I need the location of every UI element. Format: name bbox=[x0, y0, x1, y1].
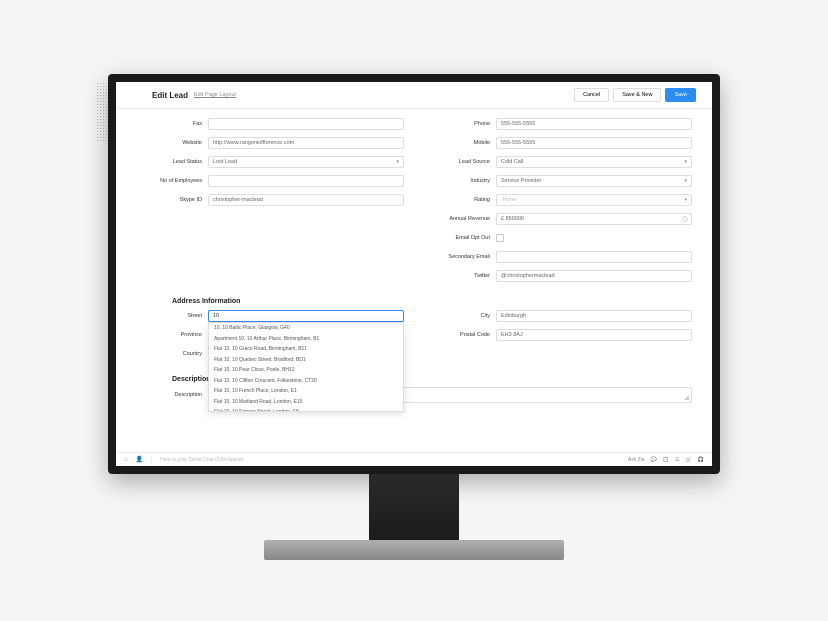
street-suggestion-item[interactable]: Apartment 10, 10 Arthur Place, Birmingha… bbox=[209, 334, 403, 345]
bell-icon[interactable]: ☰ bbox=[675, 457, 679, 463]
industry-label: Industry bbox=[424, 178, 496, 184]
street-suggestion-item[interactable]: Flat 10, 10 Scriven Street, London, E8 bbox=[209, 407, 403, 412]
chat-icon[interactable]: 💬 bbox=[651, 457, 657, 463]
fax-label: Fax bbox=[136, 121, 208, 127]
street-suggestion-item[interactable]: Flat 10, 10 Pear Close, Poole, BH12 bbox=[209, 365, 403, 376]
street-suggestion-item[interactable]: Flat 10, 10 Quebec Street, Bradford, BD1 bbox=[209, 355, 403, 366]
page-header: Edit Lead Edit Page Layout Cancel Save &… bbox=[116, 82, 712, 109]
sec-email-label: Secondary Email bbox=[424, 254, 496, 260]
monitor-stand bbox=[369, 474, 459, 550]
description-form: Description bbox=[116, 387, 712, 403]
street-suggestion-item[interactable]: 10, 10 Baltic Place, Glasgow, G40 bbox=[209, 323, 403, 334]
street-label: Street bbox=[136, 313, 208, 319]
footer-bar: ⌂ 👤 Here is your Smart Chat (Ctrl+Space)… bbox=[116, 452, 712, 466]
twitter-label: Twitter bbox=[424, 273, 496, 279]
twitter-input[interactable]: @christophermaclead bbox=[496, 270, 692, 282]
employees-label: No of Employees bbox=[136, 178, 208, 184]
postal-label: Postal Code bbox=[424, 332, 496, 338]
description-heading: Description Information bbox=[116, 372, 712, 387]
street-input[interactable]: 10 bbox=[208, 310, 404, 322]
smart-chat-search[interactable]: Here is your Smart Chat (Ctrl+Space) bbox=[151, 457, 291, 463]
monitor-base bbox=[264, 540, 564, 560]
page-title: Edit Lead bbox=[152, 91, 188, 100]
mobile-label: Mobile bbox=[424, 140, 496, 146]
rating-label: Rating bbox=[424, 197, 496, 203]
sec-email-input[interactable] bbox=[496, 251, 692, 263]
headset-icon[interactable]: 🎧 bbox=[698, 457, 704, 463]
save-button[interactable]: Save bbox=[665, 88, 696, 102]
edit-layout-link[interactable]: Edit Page Layout bbox=[194, 92, 236, 98]
mobile-input[interactable]: 555-555-5555 bbox=[496, 137, 692, 149]
lead-source-select[interactable]: Cold Call bbox=[496, 156, 692, 168]
industry-select[interactable]: Service Provider bbox=[496, 175, 692, 187]
form-right-column: Phone 555-555-5555 Mobile 555-555-5555 L… bbox=[424, 117, 692, 288]
fax-input[interactable] bbox=[208, 118, 404, 130]
rating-select[interactable]: -None- bbox=[496, 194, 692, 206]
website-input[interactable]: http://www.rangoniofflorence.com bbox=[208, 137, 404, 149]
description-label: Description bbox=[136, 392, 208, 398]
phone-input[interactable]: 555-555-5555 bbox=[496, 118, 692, 130]
province-label: Province bbox=[136, 332, 208, 338]
ask-zia-link[interactable]: Ask Zia bbox=[628, 457, 645, 463]
clipboard-icon[interactable]: 📋 bbox=[663, 457, 669, 463]
cancel-button[interactable]: Cancel bbox=[574, 88, 609, 102]
address-heading: Address Information bbox=[116, 294, 712, 309]
revenue-label: Annual Revenue bbox=[424, 216, 496, 222]
optout-label: Email Opt Out bbox=[424, 235, 496, 241]
street-suggestion-item[interactable]: Flat 10, 10 Maitland Road, London, E15 bbox=[209, 397, 403, 408]
skype-input[interactable]: christopher-maclead bbox=[208, 194, 404, 206]
app-screen: Edit Lead Edit Page Layout Cancel Save &… bbox=[116, 82, 712, 466]
cart-icon[interactable]: 🛒 bbox=[686, 457, 692, 463]
header-actions: Cancel Save & New Save bbox=[574, 88, 696, 102]
revenue-input[interactable]: £ 850000 bbox=[496, 213, 692, 225]
home-icon[interactable]: ⌂ bbox=[124, 457, 128, 463]
street-autocomplete-dropdown: 10, 10 Baltic Place, Glasgow, G40Apartme… bbox=[208, 322, 404, 412]
city-label: City bbox=[424, 313, 496, 319]
email-optout-checkbox[interactable] bbox=[496, 234, 504, 242]
country-label: Country bbox=[136, 351, 208, 357]
lead-form: Fax Website http://www.rangoniofflorence… bbox=[116, 109, 712, 288]
monitor-frame: Edit Lead Edit Page Layout Cancel Save &… bbox=[108, 74, 720, 474]
city-input[interactable]: Edinburgh bbox=[496, 310, 692, 322]
street-suggestion-item[interactable]: Flat 10, 10 Clifton Crescent, Folkestone… bbox=[209, 376, 403, 387]
form-left-column: Fax Website http://www.rangoniofflorence… bbox=[136, 117, 404, 288]
info-icon[interactable]: ⓘ bbox=[682, 215, 688, 224]
postal-input[interactable]: EH3 8AJ bbox=[496, 329, 692, 341]
employees-input[interactable] bbox=[208, 175, 404, 187]
phone-label: Phone bbox=[424, 121, 496, 127]
user-icon[interactable]: 👤 bbox=[136, 456, 143, 463]
address-form: Street 10 10, 10 Baltic Place, Glasgow, … bbox=[116, 309, 712, 366]
skype-label: Skype ID bbox=[136, 197, 208, 203]
street-suggestion-item[interactable]: Flat 10, 10 Grace Road, Birmingham, B11 bbox=[209, 344, 403, 355]
save-new-button[interactable]: Save & New bbox=[613, 88, 661, 102]
lead-source-label: Lead Source bbox=[424, 159, 496, 165]
website-label: Website bbox=[136, 140, 208, 146]
lead-status-label: Lead Status bbox=[136, 159, 208, 165]
lead-status-select[interactable]: Lost Lead bbox=[208, 156, 404, 168]
street-suggestion-item[interactable]: Flat 10, 10 French Place, London, E1 bbox=[209, 386, 403, 397]
